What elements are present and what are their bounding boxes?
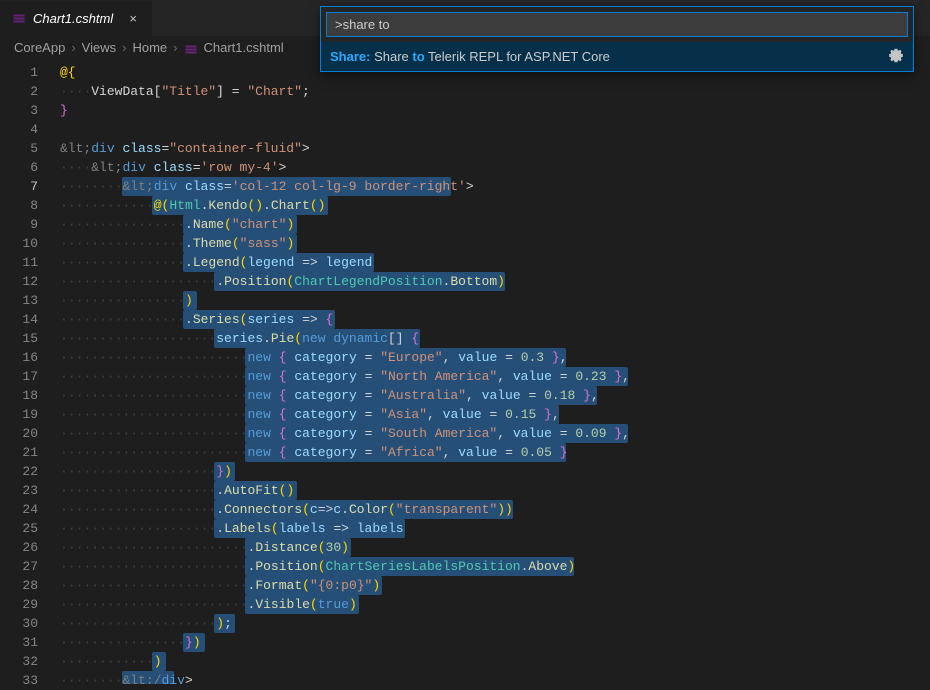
command-input[interactable] xyxy=(326,12,908,37)
code-line[interactable] xyxy=(60,120,930,139)
line-number: 33 xyxy=(0,671,60,690)
line-number: 12 xyxy=(0,272,60,291)
line-number: 28 xyxy=(0,576,60,595)
line-number: 17 xyxy=(0,367,60,386)
breadcrumb-seg[interactable]: Chart1.cshtml xyxy=(203,40,283,55)
chevron-right-icon: › xyxy=(173,40,177,55)
line-number: 5 xyxy=(0,139,60,158)
code-line[interactable]: ························new { category =… xyxy=(60,367,930,386)
code-line[interactable]: ················.Theme("sass") xyxy=(60,234,930,253)
code-line[interactable]: ························new { category =… xyxy=(60,443,930,462)
tab-active[interactable]: Chart1.cshtml × xyxy=(0,0,153,36)
command-palette: Share: Share to Telerik REPL for ASP.NET… xyxy=(320,6,914,72)
line-number: 8 xyxy=(0,196,60,215)
code-line[interactable]: &lt;div class="container-fluid"> xyxy=(60,139,930,158)
code-line[interactable]: ············@(Html.Kendo().Chart() xyxy=(60,196,930,215)
tab-label: Chart1.cshtml xyxy=(33,11,113,26)
code-line[interactable]: ················.Name("chart") xyxy=(60,215,930,234)
code-line[interactable]: ················) xyxy=(60,291,930,310)
line-number: 31 xyxy=(0,633,60,652)
code-line[interactable]: ························.Distance(30) xyxy=(60,538,930,557)
code-line[interactable]: } xyxy=(60,101,930,120)
breadcrumb-seg[interactable]: Views xyxy=(82,40,116,55)
line-number: 30 xyxy=(0,614,60,633)
code-line[interactable]: ····················}) xyxy=(60,462,930,481)
code-line[interactable]: ························new { category =… xyxy=(60,348,930,367)
line-number: 1 xyxy=(0,63,60,82)
code-line[interactable]: ····················.Position(ChartLegen… xyxy=(60,272,930,291)
command-result-label: Share: Share to Telerik REPL for ASP.NET… xyxy=(330,49,610,64)
line-number: 23 xyxy=(0,481,60,500)
code-line[interactable]: ········&lt;div class='col-12 col-lg-9 b… xyxy=(60,177,930,196)
line-number: 21 xyxy=(0,443,60,462)
line-number: 29 xyxy=(0,595,60,614)
line-number: 18 xyxy=(0,386,60,405)
line-number: 4 xyxy=(0,120,60,139)
code-line[interactable]: ························new { category =… xyxy=(60,405,930,424)
code-line[interactable]: ························.Visible(true) xyxy=(60,595,930,614)
code-line[interactable]: ························.Format("{0:p0}"… xyxy=(60,576,930,595)
line-number: 6 xyxy=(0,158,60,177)
line-number: 13 xyxy=(0,291,60,310)
code-line[interactable]: ····················); xyxy=(60,614,930,633)
code-line[interactable]: ················}) xyxy=(60,633,930,652)
gutter: 1234567891011121314151617181920212223242… xyxy=(0,58,60,684)
line-number: 32 xyxy=(0,652,60,671)
file-icon xyxy=(183,41,199,57)
line-number: 24 xyxy=(0,500,60,519)
chevron-right-icon: › xyxy=(71,40,75,55)
code-line[interactable]: ························.Position(ChartS… xyxy=(60,557,930,576)
code-line[interactable]: ················.Series(series => { xyxy=(60,310,930,329)
line-number: 3 xyxy=(0,101,60,120)
command-result[interactable]: Share: Share to Telerik REPL for ASP.NET… xyxy=(321,42,913,71)
chevron-right-icon: › xyxy=(122,40,126,55)
code-line[interactable]: ····ViewData["Title"] = "Chart"; xyxy=(60,82,930,101)
breadcrumb-seg[interactable]: Home xyxy=(132,40,167,55)
code-line[interactable]: ············) xyxy=(60,652,930,671)
line-number: 15 xyxy=(0,329,60,348)
line-number: 14 xyxy=(0,310,60,329)
line-number: 11 xyxy=(0,253,60,272)
line-number: 25 xyxy=(0,519,60,538)
code-area[interactable]: @{····ViewData["Title"] = "Chart";}&lt;d… xyxy=(60,58,930,684)
line-number: 9 xyxy=(0,215,60,234)
line-number: 20 xyxy=(0,424,60,443)
line-number: 26 xyxy=(0,538,60,557)
line-number: 2 xyxy=(0,82,60,101)
code-line[interactable]: ····················.Connectors(c=>c.Col… xyxy=(60,500,930,519)
code-line[interactable]: ········&lt;/div> xyxy=(60,671,930,684)
line-number: 22 xyxy=(0,462,60,481)
line-number: 16 xyxy=(0,348,60,367)
line-number: 27 xyxy=(0,557,60,576)
editor[interactable]: 1234567891011121314151617181920212223242… xyxy=(0,58,930,684)
file-icon xyxy=(11,10,27,26)
line-number: 7 xyxy=(0,177,60,196)
gear-icon[interactable] xyxy=(888,47,904,66)
line-number: 19 xyxy=(0,405,60,424)
code-line[interactable]: ························new { category =… xyxy=(60,386,930,405)
code-line[interactable]: ····&lt;div class='row my-4'> xyxy=(60,158,930,177)
code-line[interactable]: ····················.AutoFit() xyxy=(60,481,930,500)
code-line[interactable]: ····················series.Pie(new dynam… xyxy=(60,329,930,348)
code-line[interactable]: ························new { category =… xyxy=(60,424,930,443)
code-line[interactable]: ················.Legend(legend => legend xyxy=(60,253,930,272)
close-icon[interactable]: × xyxy=(125,11,141,26)
code-line[interactable]: ····················.Labels(labels => la… xyxy=(60,519,930,538)
breadcrumb-seg[interactable]: CoreApp xyxy=(14,40,65,55)
line-number: 10 xyxy=(0,234,60,253)
